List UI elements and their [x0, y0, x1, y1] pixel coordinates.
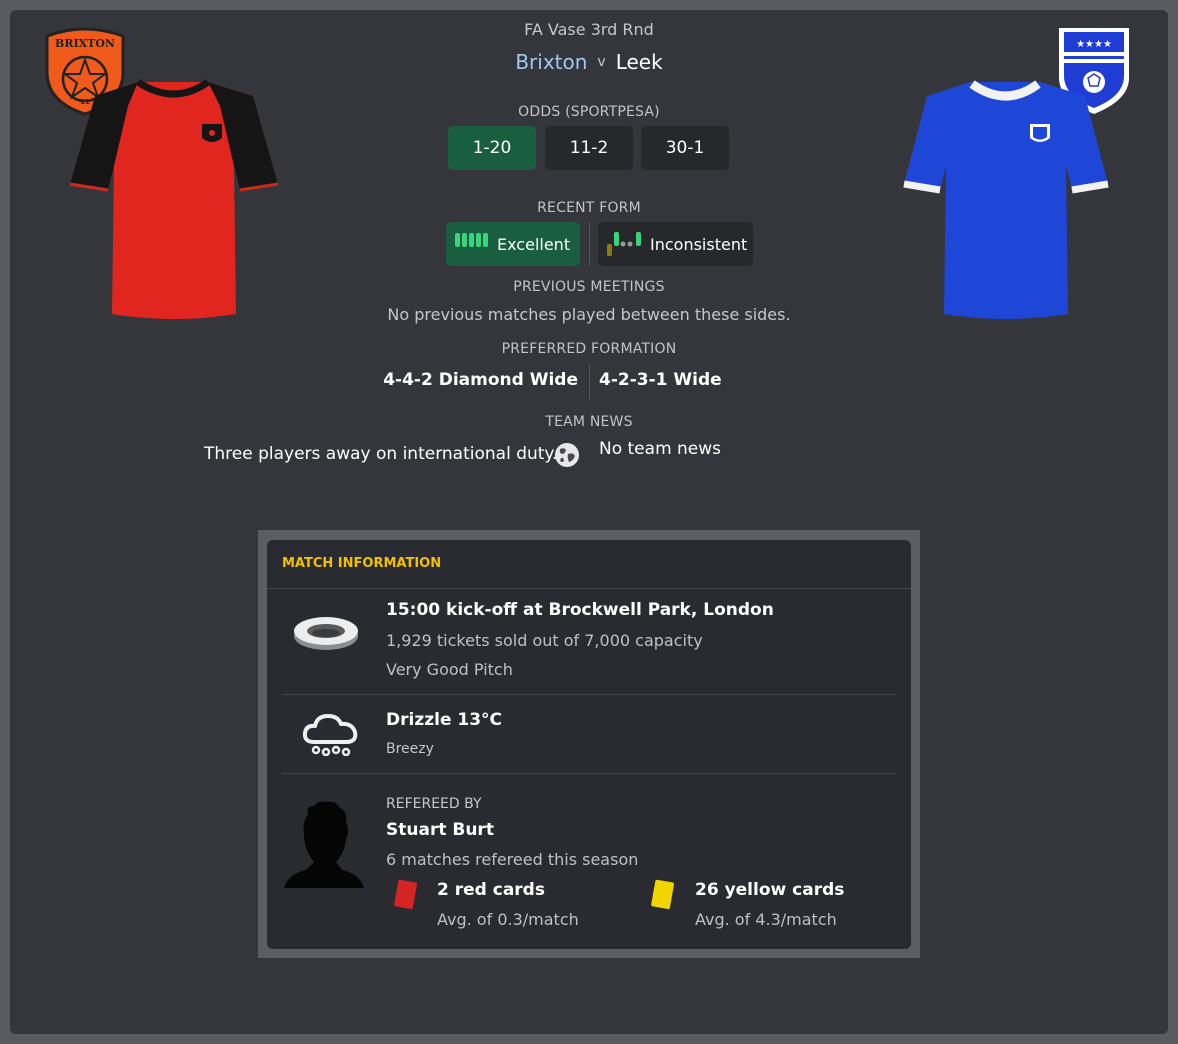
away-team-news: No team news [599, 439, 722, 459]
away-form-bars-icon [607, 232, 641, 256]
competition-title: FA Vase 3rd Rnd [524, 20, 654, 39]
home-win-odds-button[interactable]: 1-20 [448, 126, 536, 170]
wind-condition: Breezy [386, 741, 434, 757]
ticket-sales: 1,929 tickets sold out of 7,000 capacity [386, 631, 703, 650]
draw-odds-button[interactable]: 11-2 [545, 126, 633, 170]
weather-cloud-icon [302, 714, 358, 756]
home-form-text: Excellent [497, 235, 571, 254]
versus-label: v [597, 54, 606, 70]
yellow-cards-average: Avg. of 4.3/match [695, 910, 837, 929]
stadium-icon [294, 617, 358, 650]
home-team-link[interactable]: Brixton [515, 50, 587, 74]
pitch-condition: Very Good Pitch [386, 660, 513, 679]
home-formation: 4-4-2 Diamond Wide [383, 370, 578, 390]
fixture-header: Brixton v Leek [0, 50, 1178, 74]
red-cards-average: Avg. of 0.3/match [437, 910, 579, 929]
yellow-card-icon [651, 879, 674, 910]
referee-silhouette-icon[interactable] [284, 798, 366, 890]
away-formation: 4-2-3-1 Wide [599, 370, 722, 390]
svg-text:★★★★: ★★★★ [1076, 39, 1112, 50]
formation-divider [589, 364, 590, 400]
home-form-bars-icon [455, 233, 488, 247]
referee-matches: 6 matches refereed this season [386, 850, 639, 869]
away-team-link[interactable]: Leek [616, 50, 663, 74]
red-cards-count: 2 red cards [437, 880, 545, 900]
previous-meetings-label: PREVIOUS MEETINGS [513, 279, 665, 295]
globe-icon[interactable] [554, 442, 580, 468]
match-info-title: MATCH INFORMATION [282, 556, 442, 571]
venue-kickoff[interactable]: 15:00 kick-off at Brockwell Park, London [386, 600, 774, 620]
weather-condition: Drizzle 13°C [386, 710, 503, 730]
referee-name[interactable]: Stuart Burt [386, 820, 494, 840]
team-news-label: TEAM NEWS [545, 414, 633, 430]
row-divider-2 [282, 773, 896, 774]
odds-label: ODDS (SPORTPESA) [518, 104, 660, 120]
referee-label: REFEREED BY [386, 796, 482, 812]
formation-label: PREFERRED FORMATION [501, 341, 677, 357]
away-form-text: Inconsistent [650, 235, 748, 254]
form-divider [589, 222, 590, 266]
away-form-badge[interactable]: Inconsistent [598, 222, 753, 266]
red-card-icon [394, 879, 417, 910]
recent-form-label: RECENT FORM [537, 200, 641, 216]
away-win-odds-button[interactable]: 30-1 [641, 126, 729, 170]
home-form-badge[interactable]: Excellent [446, 222, 580, 266]
home-team-news: Three players away on international duty… [204, 444, 558, 464]
yellow-cards-count: 26 yellow cards [695, 880, 845, 900]
previous-meetings-text: No previous matches played between these… [387, 305, 791, 324]
row-divider-1 [282, 694, 896, 695]
